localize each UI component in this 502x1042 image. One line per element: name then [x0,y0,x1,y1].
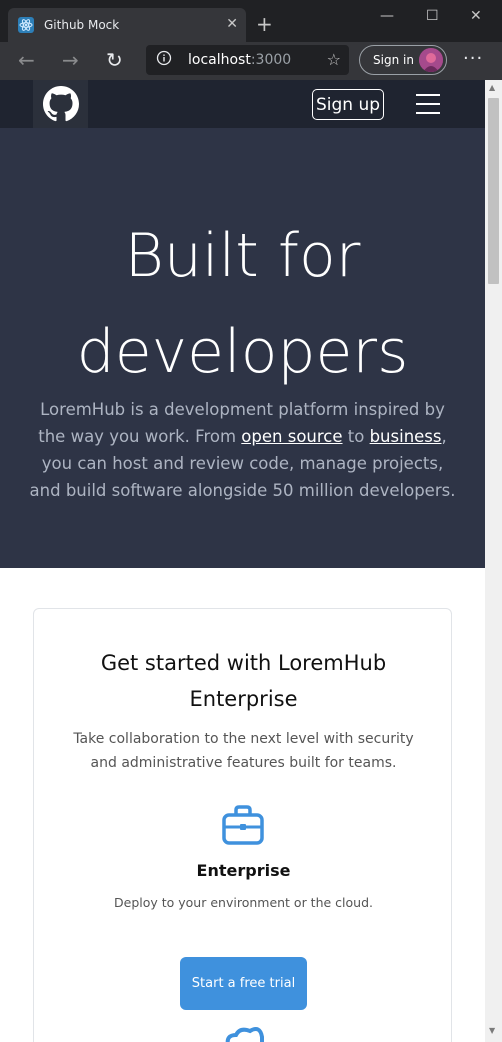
forward-icon[interactable]: → [62,50,79,70]
reload-icon[interactable]: ↻ [106,50,123,70]
enterprise-card: Get started with LoremHub Enterprise Tak… [33,608,452,1042]
hero-text-mid: to [342,427,370,446]
info-icon[interactable] [156,50,172,70]
signup-button[interactable]: Sign up [312,89,384,120]
briefcase-icon [222,805,264,845]
browser-menu-icon[interactable]: ··· [463,48,483,69]
new-tab-icon[interactable]: + [256,14,273,34]
maximize-icon[interactable]: ☐ [426,8,439,24]
business-link[interactable]: business [370,427,442,446]
address-host: localhost [188,52,251,68]
browser-signin-label: Sign in [373,53,414,67]
tab-title: Github Mock [44,18,120,32]
page-scrollbar[interactable]: ▲ ▼ [485,80,502,1042]
tier-description: Deploy to your environment or the cloud. [114,895,373,910]
page-viewport: Sign up Built for developers LoremHub is… [0,80,485,1042]
hero-title-line2: developers [76,317,409,387]
favorite-star-icon[interactable]: ☆ [327,50,341,69]
cloud-icon [222,1025,266,1042]
github-logo-icon[interactable] [33,80,88,128]
browser-signin-button[interactable]: Sign in [359,45,447,75]
scroll-up-icon[interactable]: ▲ [489,83,495,92]
address-port: :3000 [250,52,292,68]
browser-toolbar: ← → ↻ localhost:3000 ☆ Sign in ··· [0,42,502,80]
back-icon[interactable]: ← [18,50,35,70]
browser-titlebar: Github Mock ✕ + — ☐ ✕ [0,0,502,46]
scroll-thumb[interactable] [488,98,499,284]
hero-title: Built for developers [0,208,485,400]
start-free-trial-button[interactable]: Start a free trial [180,957,307,1010]
window-close-icon[interactable]: ✕ [470,8,482,24]
scroll-down-icon[interactable]: ▼ [489,1026,495,1035]
address-bar[interactable]: localhost:3000 ☆ [146,45,349,75]
hero-title-line1: Built for [124,221,361,291]
minimize-icon[interactable]: — [380,8,394,24]
open-source-link[interactable]: open source [241,427,342,446]
hamburger-menu-icon[interactable] [416,94,440,114]
card-description: Take collaboration to the next level wit… [73,731,414,771]
site-header: Sign up [0,80,485,128]
react-icon [18,17,34,33]
close-tab-icon[interactable]: ✕ [226,16,238,32]
avatar [419,48,443,72]
tier-name: Enterprise [196,861,291,880]
card-title: Get started with LoremHub Enterprise [100,651,387,711]
browser-tab[interactable]: Github Mock ✕ [8,8,246,42]
hero-section: Built for developers LoremHub is a devel… [0,128,485,568]
hero-description: LoremHub is a development platform inspi… [26,396,459,504]
